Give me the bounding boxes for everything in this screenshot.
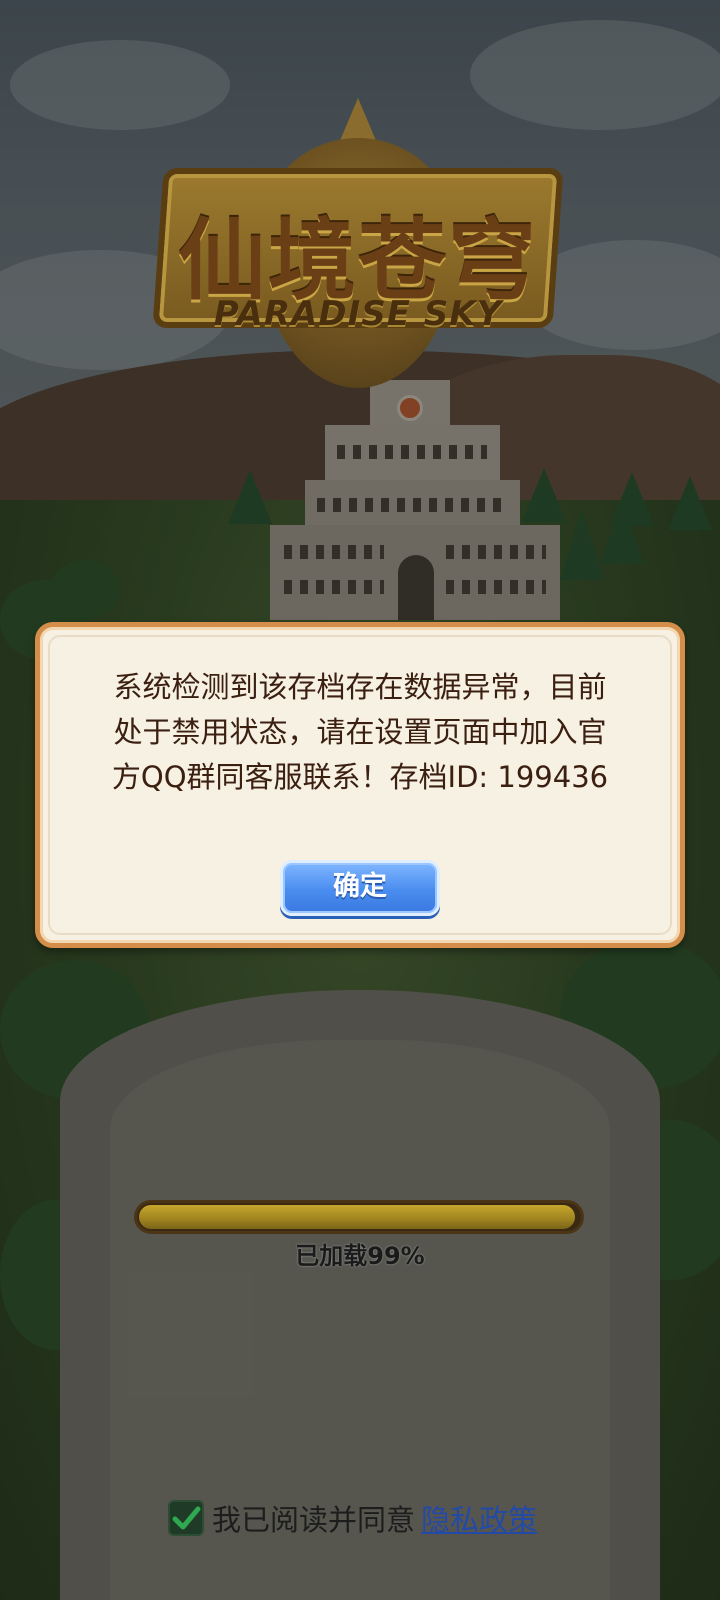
privacy-policy-link[interactable]: 隐私政策 (421, 1497, 537, 1539)
logo-subtitle: PARADISE SKY (213, 294, 503, 334)
alert-dialog: 系统检测到该存档存在数据异常，目前处于禁用状态，请在设置页面中加入官方QQ群同客… (35, 622, 685, 948)
privacy-agreement-row: 我已阅读并同意 隐私政策 (168, 1498, 537, 1538)
dialog-message: 系统检测到该存档存在数据异常，目前处于禁用状态，请在设置页面中加入官方QQ群同客… (111, 670, 609, 794)
loading-progress-label: 已加载99% (295, 1242, 425, 1270)
agreement-checkbox[interactable] (168, 1500, 204, 1536)
game-logo: 仙境苍穹 PARADISE SKY (152, 98, 564, 398)
loading-progress-bar (134, 1200, 584, 1234)
agreement-text: 我已阅读并同意 (212, 1503, 416, 1537)
confirm-button[interactable]: 确定 (280, 860, 440, 916)
checkmark-icon (172, 1506, 201, 1530)
loading-progress-fill (139, 1205, 575, 1229)
